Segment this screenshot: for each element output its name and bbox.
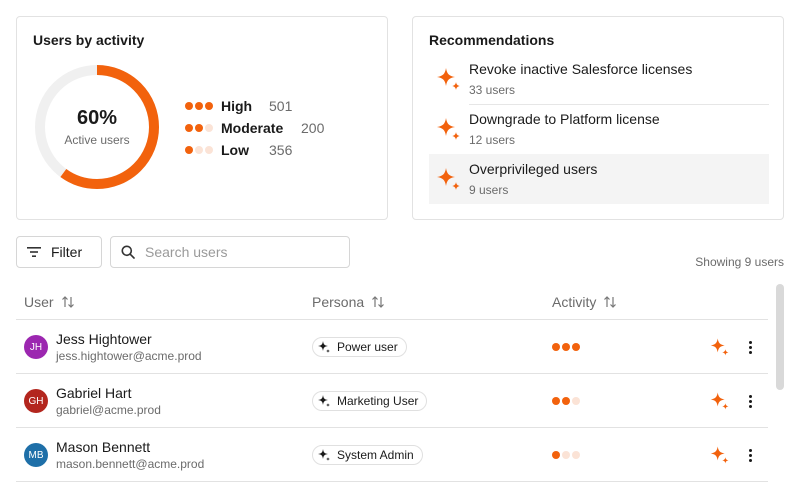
avatar: GH xyxy=(24,389,48,413)
recommendation-title: Downgrade to Platform license xyxy=(469,111,660,127)
filter-label: Filter xyxy=(51,244,83,260)
user-name: Gabriel Hart xyxy=(56,385,132,401)
recommendation-title: Overprivileged users xyxy=(469,161,598,177)
activity-dot xyxy=(195,102,203,110)
recommendations-card: Recommendations Revoke inactive Salesfor… xyxy=(412,16,784,220)
user-email: gabriel@acme.prod xyxy=(56,403,161,417)
sparkle-icon[interactable] xyxy=(710,391,730,416)
recommendations-title: Recommendations xyxy=(429,32,555,48)
legend-count: 356 xyxy=(269,142,293,158)
sparkle-icon[interactable] xyxy=(710,337,730,362)
sort-arrows-icon xyxy=(372,296,385,308)
activity-level-indicator xyxy=(185,146,221,154)
column-header-activity[interactable]: Activity xyxy=(552,294,617,310)
column-label: User xyxy=(24,294,54,310)
table-row[interactable]: GH Gabriel Hart gabriel@acme.prod Market… xyxy=(16,374,768,428)
kebab-menu-icon[interactable] xyxy=(742,391,758,411)
table-header: User Persona Activity xyxy=(16,284,768,320)
recommendation-count: 12 users xyxy=(469,133,516,147)
user-email: mason.bennett@acme.prod xyxy=(56,457,205,471)
recommendation-item-selected[interactable]: Overprivileged users 9 users xyxy=(429,154,769,204)
legend-row-high: High 501 xyxy=(185,95,324,117)
activity-dot xyxy=(205,102,213,110)
persona-label: System Admin xyxy=(337,448,414,462)
activity-dot xyxy=(185,102,193,110)
user-email: jess.hightower@acme.prod xyxy=(56,349,202,363)
donut-value: 60% xyxy=(76,107,118,129)
activity-dot xyxy=(572,451,580,459)
recommendation-item[interactable]: Downgrade to Platform license 12 users xyxy=(429,104,769,154)
activity-card-title: Users by activity xyxy=(33,32,145,48)
activity-level-indicator xyxy=(552,343,580,351)
activity-legend: High 501 Moderate 200 Low 356 xyxy=(185,95,324,161)
legend-label: High xyxy=(221,98,253,114)
column-label: Persona xyxy=(312,294,365,310)
filter-lines-icon xyxy=(27,247,41,257)
activity-dot xyxy=(572,343,580,351)
sort-arrows-icon xyxy=(61,296,74,308)
activity-dot xyxy=(552,451,560,459)
kebab-menu-icon[interactable] xyxy=(742,337,758,357)
sparkle-outline-icon xyxy=(318,341,330,353)
activity-dot xyxy=(185,124,193,132)
table-row[interactable]: JH Jess Hightower jess.hightower@acme.pr… xyxy=(16,320,768,374)
activity-dot xyxy=(552,397,560,405)
activity-dot xyxy=(195,124,203,132)
activity-level-indicator xyxy=(185,102,221,110)
persona-badge: System Admin xyxy=(312,445,423,465)
activity-level-indicator xyxy=(552,397,580,405)
recommendation-item[interactable]: Revoke inactive Salesforce licenses 33 u… xyxy=(429,54,769,104)
legend-count: 200 xyxy=(301,120,325,136)
sparkle-outline-icon xyxy=(318,449,330,461)
donut-caption: Active users xyxy=(64,133,130,147)
sparkle-outline-icon xyxy=(318,395,330,407)
persona-badge: Power user xyxy=(312,337,407,357)
legend-label: Low xyxy=(221,142,249,158)
activity-dot xyxy=(552,343,560,351)
recommendation-count: 33 users xyxy=(469,83,516,97)
search-icon xyxy=(121,245,135,259)
recommendation-count: 9 users xyxy=(469,183,509,197)
activity-dot xyxy=(572,397,580,405)
donut-center: 60% Active users xyxy=(33,63,161,191)
persona-label: Power user xyxy=(337,340,398,354)
legend-count: 501 xyxy=(269,98,293,114)
sort-arrows-icon xyxy=(604,296,617,308)
user-name: Jess Hightower xyxy=(56,331,152,347)
search-box[interactable] xyxy=(110,236,350,268)
activity-dot xyxy=(205,146,213,154)
kebab-menu-icon[interactable] xyxy=(742,445,758,465)
table-row[interactable]: MB Mason Bennett mason.bennett@acme.prod… xyxy=(16,428,768,482)
filter-button[interactable]: Filter xyxy=(16,236,102,268)
activity-dot xyxy=(562,343,570,351)
column-header-persona[interactable]: Persona xyxy=(312,294,385,310)
avatar: JH xyxy=(24,335,48,359)
activity-level-indicator xyxy=(185,124,221,132)
sparkle-icon xyxy=(429,166,469,192)
search-input[interactable] xyxy=(145,244,335,260)
activity-dot xyxy=(195,146,203,154)
legend-row-low: Low 356 xyxy=(185,139,324,161)
legend-row-moderate: Moderate 200 xyxy=(185,117,324,139)
column-header-user[interactable]: User xyxy=(24,294,75,310)
activity-dot xyxy=(562,451,570,459)
activity-dot xyxy=(205,124,213,132)
sparkle-icon[interactable] xyxy=(710,445,730,470)
table-scrollbar[interactable] xyxy=(776,284,784,390)
activity-dot xyxy=(185,146,193,154)
persona-badge: Marketing User xyxy=(312,391,428,411)
user-name: Mason Bennett xyxy=(56,439,151,455)
activity-dot xyxy=(562,397,570,405)
recommendation-title: Revoke inactive Salesforce licenses xyxy=(469,61,693,77)
persona-label: Marketing User xyxy=(337,394,419,408)
column-label: Activity xyxy=(552,294,597,310)
users-by-activity-card: Users by activity 60% Active users High … xyxy=(16,16,388,220)
activity-level-indicator xyxy=(552,451,580,459)
avatar: MB xyxy=(24,443,48,467)
sparkle-icon xyxy=(429,116,469,142)
sparkle-icon xyxy=(429,66,469,92)
result-count: Showing 9 users xyxy=(695,255,784,269)
legend-label: Moderate xyxy=(221,120,284,136)
